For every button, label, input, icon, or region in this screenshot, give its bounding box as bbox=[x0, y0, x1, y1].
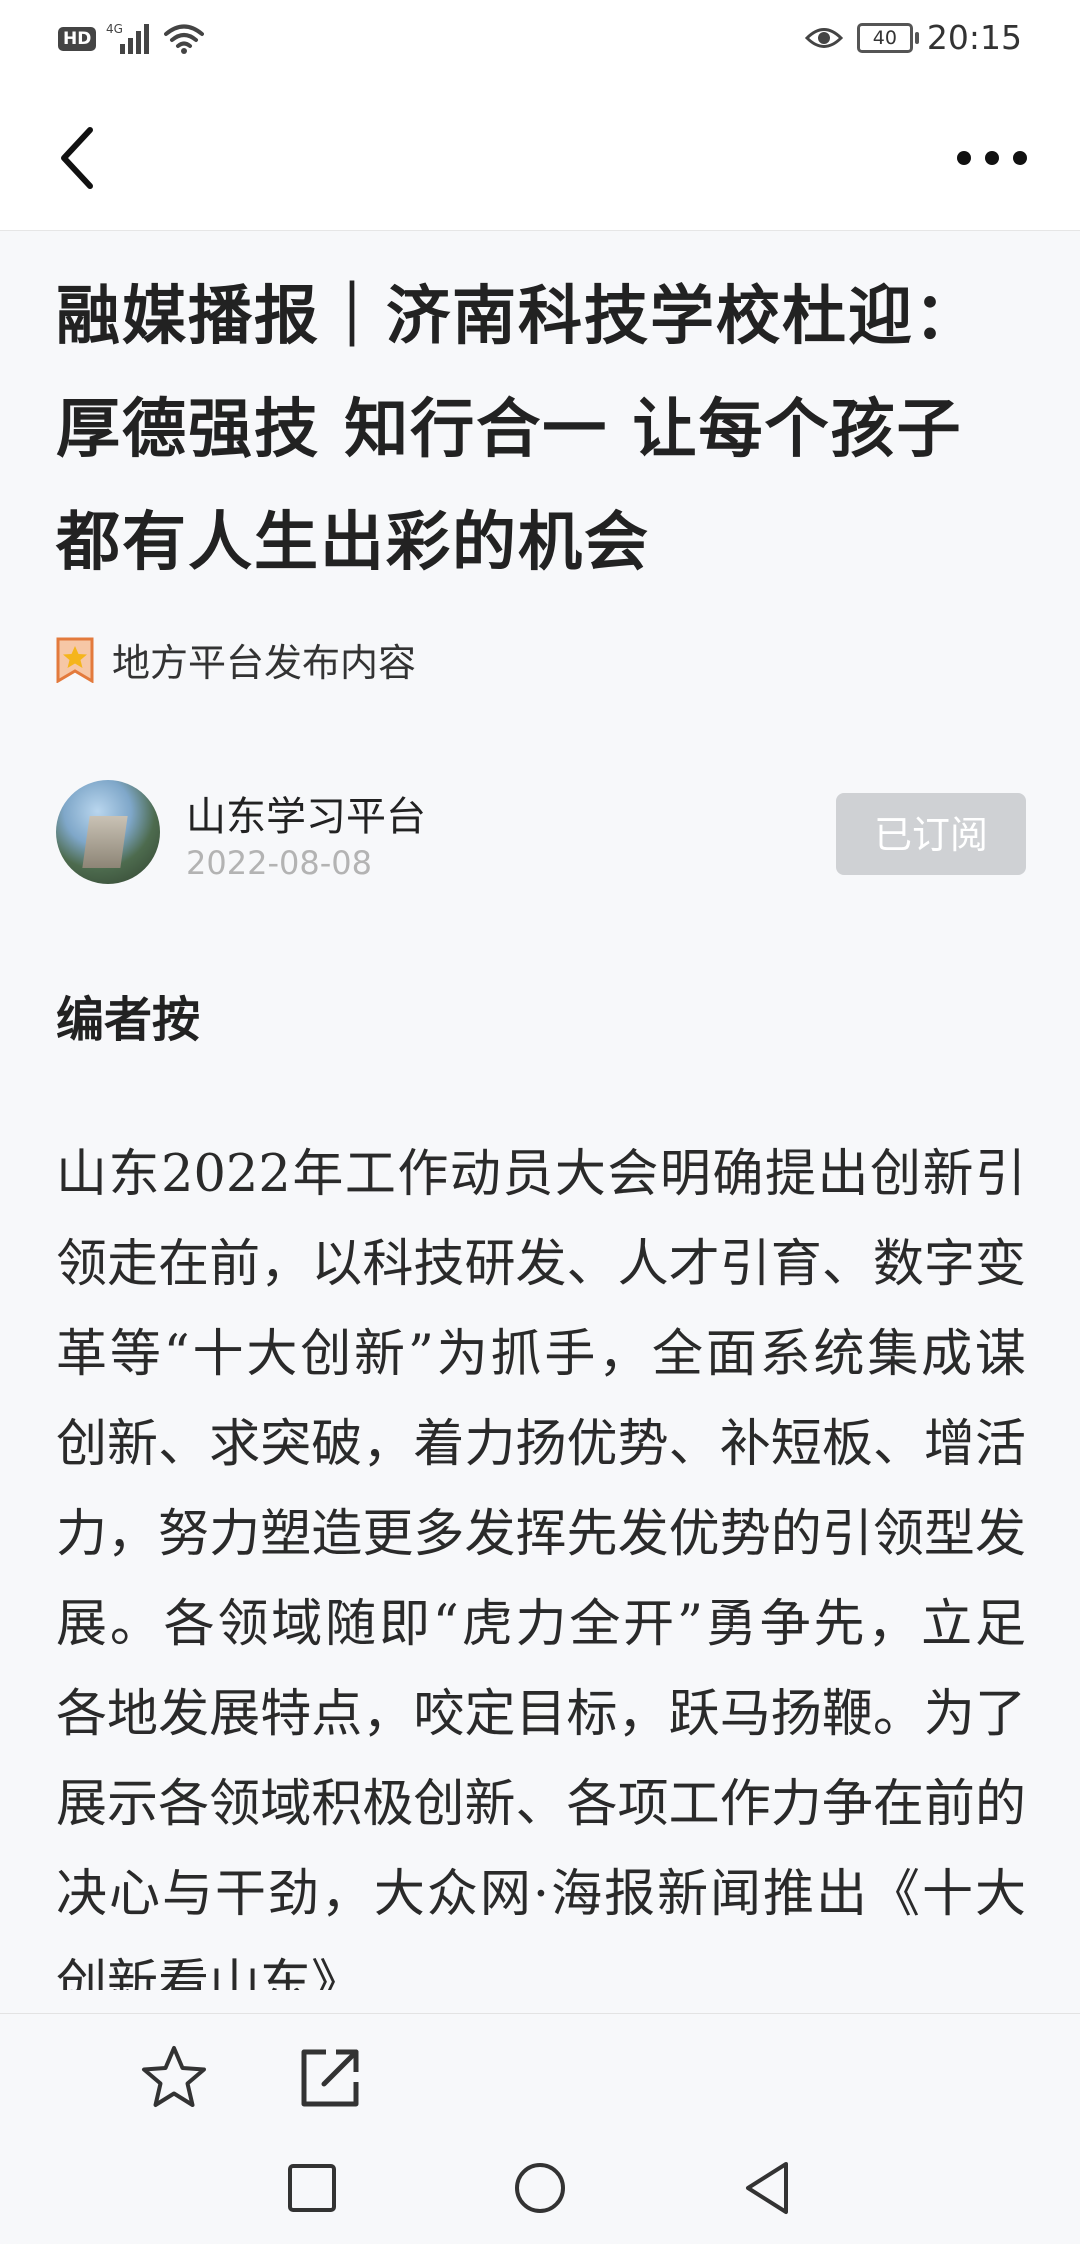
more-options-button[interactable] bbox=[954, 130, 1030, 186]
wifi-icon bbox=[164, 24, 205, 54]
star-icon bbox=[142, 2046, 206, 2107]
signal-icon: 4G bbox=[106, 22, 150, 54]
source-label: 地方平台发布内容 bbox=[112, 641, 417, 685]
more-dots-icon bbox=[957, 151, 1027, 165]
back-button[interactable] bbox=[50, 120, 110, 196]
eye-icon bbox=[804, 27, 843, 48]
share-button[interactable] bbox=[294, 2042, 366, 2114]
bottom-action-bar bbox=[0, 2013, 1080, 2144]
battery-indicator: 40 bbox=[856, 22, 919, 53]
status-bar: HD 4G 40 20:15 bbox=[0, 0, 1080, 84]
subscribe-button[interactable]: 已订阅 bbox=[836, 793, 1026, 875]
editor-note-heading: 编者按 bbox=[56, 992, 201, 1048]
article-body: 山东2022年工作动员大会明确提出创新引领走在前，以科技研发、人才引育、数字变革… bbox=[56, 1145, 1026, 1990]
circle-icon bbox=[515, 2163, 565, 2213]
article-title: 融媒播报｜济南科技学校杜迎：厚德强技 知行合一 让每个孩子都有人生出彩的机会 bbox=[56, 279, 980, 580]
triangle-back-icon bbox=[746, 2162, 788, 2214]
author-name[interactable]: 山东学习平台 bbox=[186, 784, 426, 842]
status-right: 40 20:15 bbox=[804, 18, 1022, 57]
source-line: 地方平台发布内容 bbox=[56, 632, 416, 687]
author-row: 山东学习平台 2022-08-08 已订阅 bbox=[56, 780, 1026, 890]
recent-apps-button[interactable] bbox=[286, 2162, 338, 2214]
home-button[interactable] bbox=[512, 2160, 568, 2216]
share-icon bbox=[301, 2049, 359, 2107]
system-nav-bar bbox=[0, 2144, 1080, 2244]
back-arrow-icon bbox=[61, 127, 93, 189]
article-header: 融媒播报｜济南科技学校杜迎：厚德强技 知行合一 让每个孩子都有人生出彩的机会 bbox=[56, 260, 1026, 599]
favorite-button[interactable] bbox=[138, 2042, 210, 2114]
svg-text:4G: 4G bbox=[106, 22, 123, 36]
square-icon bbox=[288, 2164, 336, 2212]
clock: 20:15 bbox=[926, 18, 1022, 57]
author-avatar[interactable] bbox=[56, 780, 160, 884]
system-back-button[interactable] bbox=[740, 2158, 796, 2218]
status-left: HD 4G bbox=[58, 22, 205, 56]
publish-date: 2022-08-08 bbox=[186, 844, 372, 882]
bookmark-star-icon bbox=[56, 637, 94, 683]
hd-badge: HD bbox=[58, 27, 97, 51]
top-nav-bar bbox=[0, 84, 1080, 231]
